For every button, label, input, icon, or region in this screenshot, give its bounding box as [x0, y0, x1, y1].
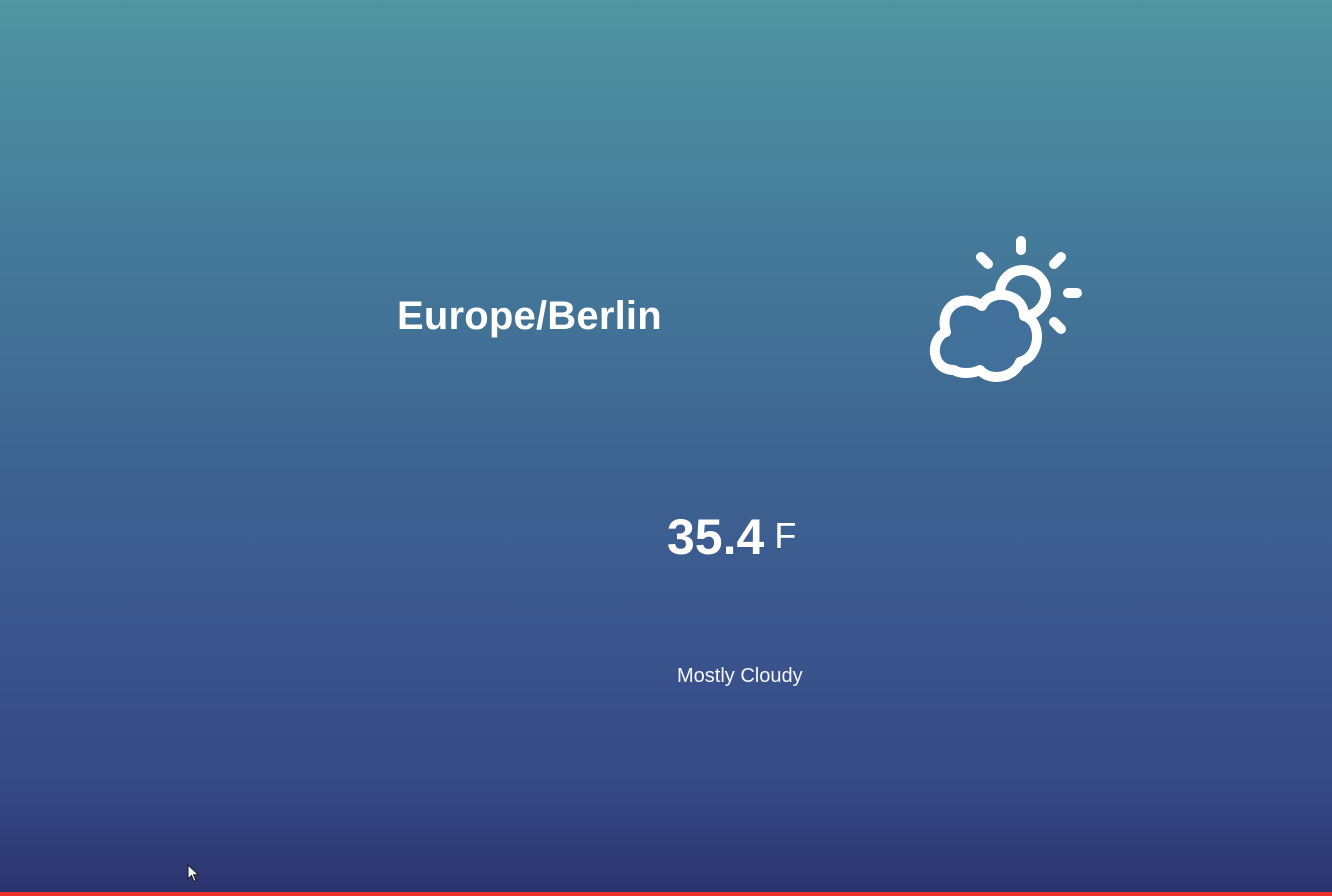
temperature-unit: F	[774, 515, 797, 556]
partly-cloudy-day-icon	[924, 232, 1088, 388]
temperature-readout: 35.4 F	[667, 508, 796, 578]
temperature-value: 35.4	[667, 509, 765, 565]
location-title: Europe/Berlin	[397, 294, 662, 338]
mouse-cursor-icon	[187, 863, 201, 884]
weather-summary: Mostly Cloudy	[677, 665, 803, 687]
bottom-progress-bar	[0, 892, 1332, 896]
